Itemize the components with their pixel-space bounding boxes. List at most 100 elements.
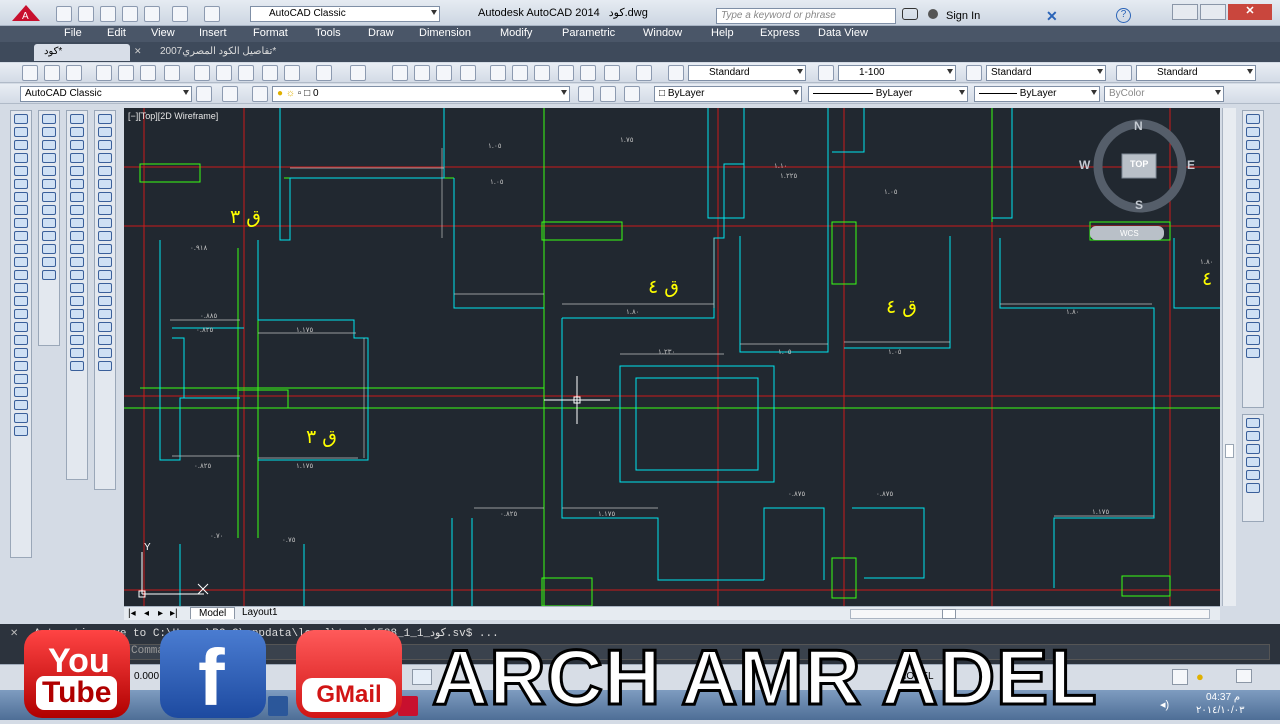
menu-format[interactable]: Format xyxy=(253,27,288,39)
make-current-icon[interactable] xyxy=(578,86,594,102)
scale-tool-icon[interactable] xyxy=(1246,218,1260,228)
make-block-icon[interactable] xyxy=(14,270,28,280)
polygon-icon[interactable] xyxy=(14,153,28,163)
region-tool-icon[interactable] xyxy=(1246,309,1260,319)
pan-icon[interactable] xyxy=(392,65,408,81)
menu-edit[interactable]: Edit xyxy=(107,27,126,39)
mleader-style-select[interactable]: Standard xyxy=(1136,65,1256,81)
scroll-thumb[interactable] xyxy=(1225,444,1234,458)
dim-space-icon[interactable] xyxy=(70,257,84,267)
move-icon[interactable] xyxy=(42,179,56,189)
menu-file[interactable]: File xyxy=(64,27,82,39)
drawing-canvas[interactable]: [−][Top][2D Wireframe] TOP N S E W WCS Y… xyxy=(124,108,1220,606)
layer-manager-icon[interactable] xyxy=(222,86,238,102)
new-icon[interactable] xyxy=(56,6,72,22)
dimension-tool-icon[interactable] xyxy=(1246,283,1260,293)
dim-angular-icon[interactable] xyxy=(70,205,84,215)
viewcube-south[interactable]: S xyxy=(1135,198,1143,212)
hatch-icon[interactable] xyxy=(14,296,28,306)
undo-icon[interactable] xyxy=(172,6,188,22)
layer-isolate-icon[interactable] xyxy=(624,86,640,102)
break-icon[interactable] xyxy=(42,257,56,267)
stretch-icon[interactable] xyxy=(42,218,56,228)
lineweight-select[interactable]: ByLayer xyxy=(974,86,1100,102)
point-icon[interactable] xyxy=(14,283,28,293)
loop-tool-icon[interactable] xyxy=(1246,470,1260,480)
table-style-select[interactable]: Standard xyxy=(986,65,1106,81)
sphere-icon[interactable] xyxy=(14,400,28,410)
grid-tool-icon[interactable] xyxy=(1246,192,1260,202)
redo-icon[interactable] xyxy=(350,65,366,81)
rectangle-icon[interactable] xyxy=(14,166,28,176)
jogged-linear-icon[interactable] xyxy=(70,322,84,332)
cube-tool-icon[interactable] xyxy=(1246,153,1260,163)
eraser-tool-icon[interactable] xyxy=(1246,114,1260,124)
doc-tab-active[interactable]: كود* xyxy=(34,44,130,61)
dim-style-icon[interactable] xyxy=(818,65,834,81)
gradient-icon[interactable] xyxy=(14,309,28,319)
angle-tool-icon[interactable] xyxy=(1246,296,1260,306)
region-icon[interactable] xyxy=(14,322,28,332)
dim-baseline-icon[interactable] xyxy=(70,231,84,241)
tolerance-icon[interactable] xyxy=(70,283,84,293)
dim-edit-icon[interactable] xyxy=(70,335,84,345)
menu-modify[interactable]: Modify xyxy=(500,27,532,39)
menu-window[interactable]: Window xyxy=(643,27,682,39)
snap-mode-button[interactable] xyxy=(412,669,432,685)
snap-center-icon[interactable] xyxy=(98,205,112,215)
3d-print-icon[interactable] xyxy=(164,65,180,81)
open-icon[interactable] xyxy=(78,6,94,22)
square-tool-icon[interactable] xyxy=(1246,270,1260,280)
help-icon[interactable] xyxy=(636,65,652,81)
linetype-select[interactable]: ByLayer xyxy=(808,86,968,102)
undo-icon[interactable] xyxy=(316,65,332,81)
ellipse-arc-icon[interactable] xyxy=(14,244,28,254)
workspace-select[interactable]: AutoCAD Classic xyxy=(20,86,192,102)
text-style-select[interactable]: Standard xyxy=(688,65,806,81)
layer-states-icon[interactable] xyxy=(252,86,268,102)
paste-icon[interactable] xyxy=(238,65,254,81)
open-icon[interactable] xyxy=(44,65,60,81)
cut-icon[interactable] xyxy=(194,65,210,81)
dim-text-edit-icon[interactable] xyxy=(70,348,84,358)
dim-radius-icon[interactable] xyxy=(70,166,84,176)
layer-previous-icon[interactable] xyxy=(600,86,616,102)
snap-filter-icon[interactable] xyxy=(98,348,112,358)
array-icon[interactable] xyxy=(42,166,56,176)
circle-tool-icon[interactable] xyxy=(1246,179,1260,189)
snap-nearest-icon[interactable] xyxy=(98,296,112,306)
last-layout-icon[interactable]: ▸| xyxy=(170,608,178,619)
snap-none-icon[interactable] xyxy=(98,309,112,319)
xline-icon[interactable] xyxy=(14,127,28,137)
mleader-style-icon[interactable] xyxy=(1116,65,1132,81)
dim-diameter-icon[interactable] xyxy=(70,192,84,202)
color-select[interactable]: □ ByLayer xyxy=(654,86,802,102)
diag-tool-icon[interactable] xyxy=(1246,231,1260,241)
properties-icon[interactable] xyxy=(490,65,506,81)
zoom-window-icon[interactable] xyxy=(436,65,452,81)
menu-dataview[interactable]: Data View xyxy=(818,27,868,39)
inspect-icon[interactable] xyxy=(70,309,84,319)
clean-screen-icon[interactable] xyxy=(1236,669,1252,683)
ellipse-icon[interactable] xyxy=(14,231,28,241)
saveas-icon[interactable] xyxy=(122,6,138,22)
box-tool-icon[interactable] xyxy=(1246,483,1260,493)
dim-break-icon[interactable] xyxy=(70,270,84,280)
cylinder-icon[interactable] xyxy=(14,413,28,423)
save-icon[interactable] xyxy=(66,65,82,81)
offset-icon[interactable] xyxy=(42,153,56,163)
snap-parallel-icon[interactable] xyxy=(98,257,112,267)
dim-jogged-icon[interactable] xyxy=(70,179,84,189)
plot-icon[interactable] xyxy=(96,65,112,81)
dim-linear-icon[interactable] xyxy=(70,114,84,124)
matchprop-icon[interactable] xyxy=(262,65,278,81)
copy-tool-icon[interactable] xyxy=(1246,444,1260,454)
wcs-menu[interactable]: WCS xyxy=(1120,229,1139,238)
publish-icon[interactable] xyxy=(140,65,156,81)
menu-insert[interactable]: Insert xyxy=(199,27,227,39)
design-center-icon[interactable] xyxy=(512,65,528,81)
mirror-icon[interactable] xyxy=(42,140,56,150)
plot-icon[interactable] xyxy=(144,6,160,22)
next-layout-icon[interactable]: ▸ xyxy=(158,608,163,619)
slash-tool-icon[interactable] xyxy=(1246,244,1260,254)
